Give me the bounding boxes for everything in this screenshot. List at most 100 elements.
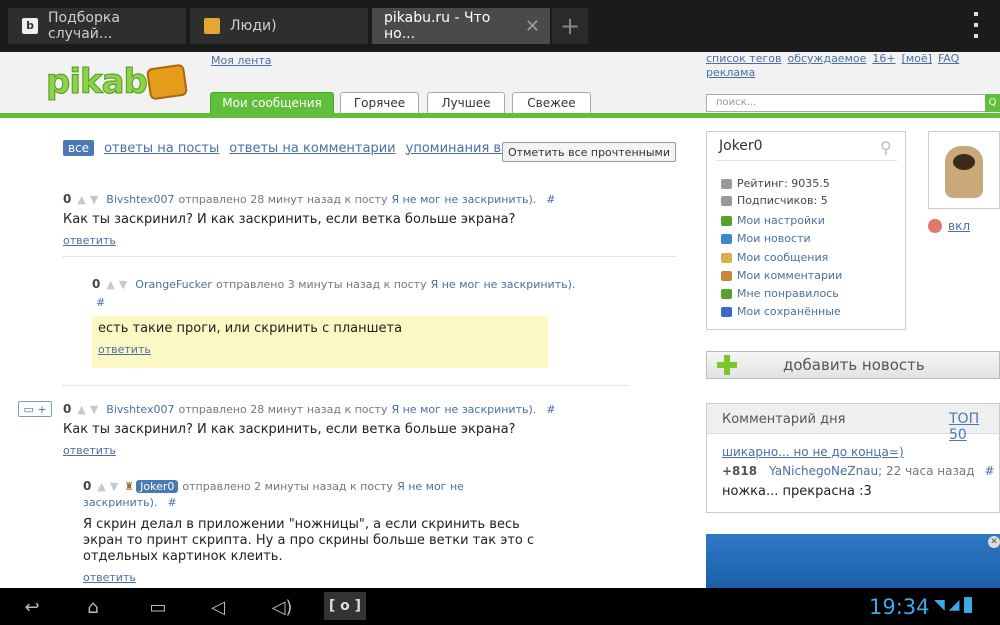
top-50-link[interactable]: ТОП 50 [949,411,999,443]
comment-text-line-1: Я скрин делал в приложении "ножницы", а … [83,517,520,532]
filter-all[interactable]: все [63,140,95,156]
my-messages-link[interactable]: Мои сообщения [721,251,828,264]
envelope-icon [721,252,732,263]
browser-tab-2[interactable]: Люди) [190,8,368,44]
comment-meta-text: отправлено 28 минут назад к посту [178,192,388,206]
ads-link[interactable]: реклама [706,66,755,79]
pin-icon[interactable]: ⚲ [880,138,902,157]
search-button[interactable]: Q [985,94,1000,112]
avatar[interactable] [928,131,1000,209]
upvote-icon[interactable]: ▲ [106,278,114,291]
comment-text: есть такие проги, или скринить с планшет… [98,321,403,336]
back-icon[interactable]: ↩ [18,596,46,618]
comment-meta-text: отправлено 2 минуты назад к посту [182,479,394,493]
cotd-permalink[interactable]: # [985,464,995,478]
cotd-title: Комментарий дня [722,412,846,427]
cotd-header: Комментарий дня ТОП 50 [707,404,999,443]
filter-comment-replies[interactable]: ответы на комментарии [229,141,395,156]
reply-link[interactable]: ответить [63,234,116,247]
filter-post-replies[interactable]: ответы на посты [104,141,219,156]
saved-link[interactable]: Мои сохранённые [721,305,841,318]
downvote-icon[interactable]: ▼ [110,480,118,493]
subscribers-stat: Подписчиков: 5 [721,194,828,207]
link-label: Мне понравилось [737,287,839,300]
upvote-icon[interactable]: ▲ [97,480,105,493]
recent-apps-icon[interactable]: ▭ [144,596,172,618]
username[interactable]: Joker0 [719,138,763,154]
reply-link[interactable]: ответить [83,571,136,584]
favicon-icon: b [22,18,38,34]
tab-label: Подборка случай... [48,10,120,42]
overflow-menu-icon[interactable] [966,12,986,38]
new-tab-button[interactable]: + [552,8,588,44]
downvote-icon[interactable]: ▼ [90,403,98,416]
cotd-post-link[interactable]: шикарно... но не до конца=) [722,445,904,459]
downvote-icon[interactable]: ▼ [119,278,127,291]
browser-tab-3[interactable]: pikabu.ru - Что но... ✕ [372,8,550,44]
clock: 19:34 [869,595,930,619]
comment-meta: 0 ▲ ▼ OrangeFucker отправлено 3 минуты н… [92,277,575,291]
mark-all-read-button[interactable]: Отметить все прочтенными [502,142,676,162]
browser-tab-1[interactable]: b Подборка случай... [8,8,186,44]
discussed-link[interactable]: обсуждаемое [787,52,866,65]
vkl-toggle[interactable]: вкл [928,219,970,233]
home-icon[interactable]: ⌂ [78,596,108,618]
comment-author-self[interactable]: Joker0 [136,479,179,493]
link-label: Мои сообщения [737,251,829,264]
post-link[interactable]: Я не мог не заскринить). [391,403,536,416]
upvote-icon[interactable]: ▲ [77,193,85,206]
my-settings-link[interactable]: Мои настройки [721,214,825,227]
comment-score: 0 [63,402,72,416]
rating-text: Рейтинг: 9035.5 [737,177,830,190]
search-input[interactable]: поиск... [706,94,986,112]
volume-down-icon[interactable]: ◁ [206,596,230,618]
top-links: список тегов обсуждаемое 16+ [моё] FAQ рекла… [706,52,996,80]
tab-best[interactable]: Лучшее [427,92,505,113]
tab-hot[interactable]: Горячее [340,92,419,113]
tags-list-link[interactable]: список тегов [706,52,781,65]
my-comments-link[interactable]: Мои комментарии [721,269,842,282]
reply-link[interactable]: ответить [63,444,116,457]
comment-permalink[interactable]: # [167,496,176,509]
faq-link[interactable]: FAQ [938,52,959,65]
tab-my-messages[interactable]: Мои сообщения [210,92,334,113]
comment-permalink[interactable]: # [546,403,555,416]
tab-fresh[interactable]: Свежее [512,92,591,113]
volume-up-icon[interactable]: ◁) [268,596,296,618]
cotd-author[interactable]: YaNichegoNeZnau [769,464,878,478]
post-link-cont[interactable]: заскринить). [83,496,157,509]
post-link[interactable]: Я не мог не заскринить). [431,278,576,291]
signal-icon: ◢ [948,597,960,613]
downvote-icon[interactable]: ▼ [90,193,98,206]
post-link[interactable]: Я не мог не заскринить). [391,193,536,206]
mine-link[interactable]: [моё] [902,52,932,65]
close-icon[interactable]: ✕ [988,536,1000,548]
add-news-button[interactable]: добавить новость [706,351,1000,379]
close-icon[interactable]: ✕ [525,16,540,37]
filter-mentions[interactable]: упоминания вас [406,141,517,156]
thumb-up-icon [721,288,732,299]
logo-box-icon [145,63,189,101]
my-news-link[interactable]: Мои новости [721,232,811,245]
comment-author[interactable]: OrangeFucker [135,278,212,291]
age-link[interactable]: 16+ [872,52,895,65]
reply-widget-button[interactable]: ▭ + [18,401,52,417]
ad-image[interactable] [706,534,1000,588]
comment-author[interactable]: Bivshtex007 [106,193,174,206]
post-link[interactable]: Я не мог не [397,480,464,493]
my-feed-link[interactable]: Моя лента [211,54,271,67]
subscribers-text: Подписчиков: 5 [737,194,828,207]
comment-meta: 0 ▲ ▼ Bivshtex007 отправлено 28 минут на… [63,402,555,416]
liked-link[interactable]: Мне понравилось [721,287,839,300]
upvote-icon[interactable]: ▲ [77,403,85,416]
comment-author[interactable]: Bivshtex007 [106,403,174,416]
comment-text-line-2: экран то принт скрипта. Ну а про скрины … [83,533,535,548]
comment-meta: 0 ▲ ▼ Bivshtex007 отправлено 28 минут на… [63,192,555,206]
reply-link[interactable]: ответить [98,343,151,356]
comment-permalink[interactable]: # [546,193,555,206]
status-icons: ◥ ◢ [934,597,972,613]
screenshot-icon[interactable]: [ o ] [324,592,366,620]
comment-permalink[interactable]: # [96,296,105,309]
favicon-icon [204,18,220,34]
comment-text-line-3: отдельных картинок клеить. [83,549,283,564]
